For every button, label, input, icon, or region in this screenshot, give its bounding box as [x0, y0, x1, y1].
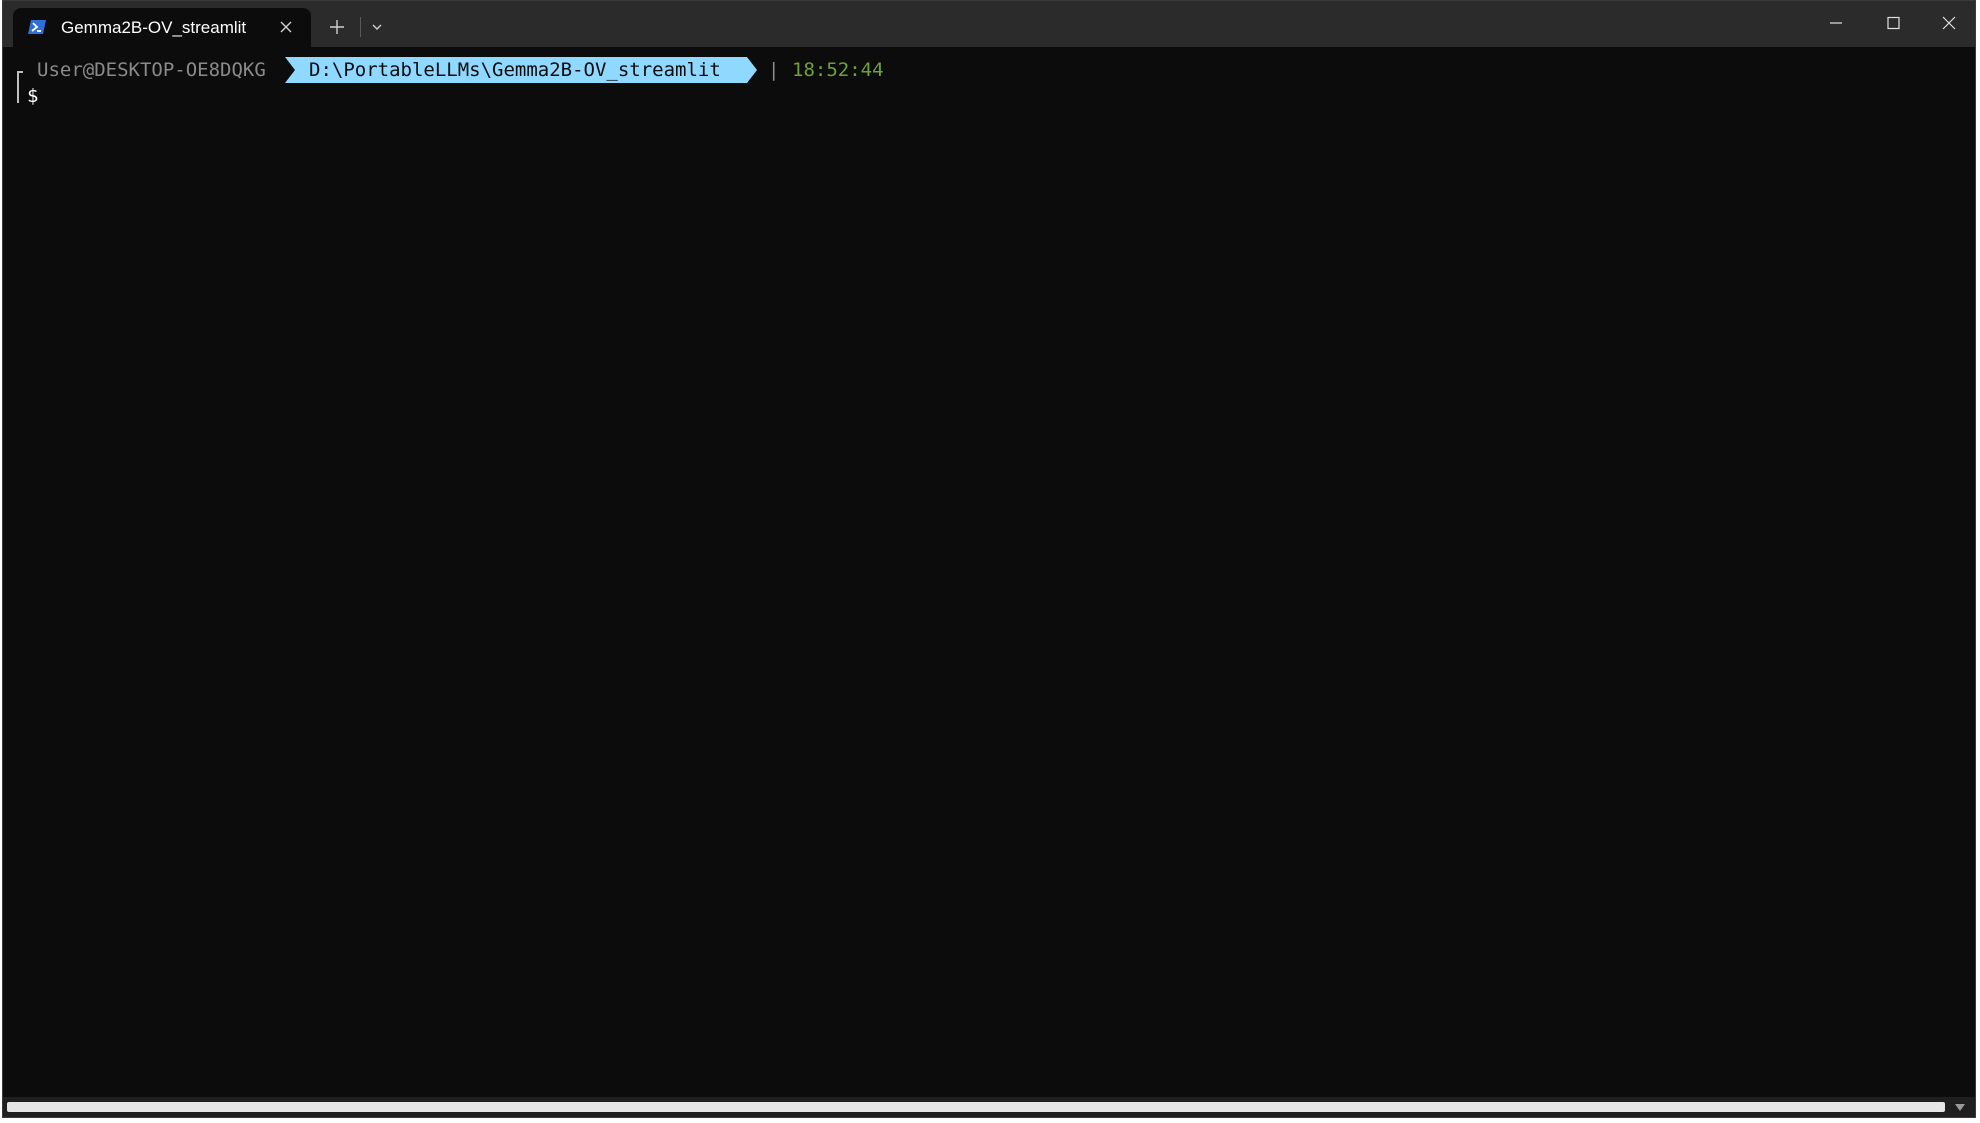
- minimize-icon[interactable]: [1819, 9, 1853, 37]
- maximize-icon[interactable]: [1876, 9, 1910, 37]
- chevron-down-icon[interactable]: [365, 15, 389, 39]
- tab-title: Gemma2B-OV_streamlit: [61, 18, 247, 37]
- tab-divider: [360, 17, 361, 37]
- terminal-output[interactable]: User@DESKTOP-OE8DQKG D:\PortableLLMs\Gem…: [3, 47, 1975, 1097]
- prompt-symbol: $: [27, 85, 39, 107]
- powershell-icon: [28, 20, 46, 34]
- new-tab-plus-icon[interactable]: [325, 15, 349, 39]
- prompt-path: D:\PortableLLMs\Gemma2B-OV_streamlit: [309, 59, 721, 81]
- close-window-icon[interactable]: [1932, 9, 1966, 37]
- terminal-window: Gemma2B-OV_streamlit User@DESKTOP-OE8DQK…: [2, 0, 1976, 1118]
- horizontal-scrollbar[interactable]: [3, 1097, 1975, 1117]
- prompt-time: 18:52:44: [792, 59, 884, 81]
- tab-gemma2b[interactable]: Gemma2B-OV_streamlit: [13, 8, 311, 47]
- prompt-user-host: User@DESKTOP-OE8DQKG: [37, 59, 266, 81]
- close-tab-icon[interactable]: [275, 16, 297, 38]
- scroll-down-arrow-icon[interactable]: [1953, 1101, 1967, 1113]
- prompt-separator: |: [768, 59, 780, 81]
- prompt-bracket-top: [17, 71, 23, 91]
- scrollbar-thumb[interactable]: [7, 1102, 1945, 1112]
- title-bar: Gemma2B-OV_streamlit: [3, 1, 1975, 47]
- prompt-bracket-bottom: [17, 91, 23, 103]
